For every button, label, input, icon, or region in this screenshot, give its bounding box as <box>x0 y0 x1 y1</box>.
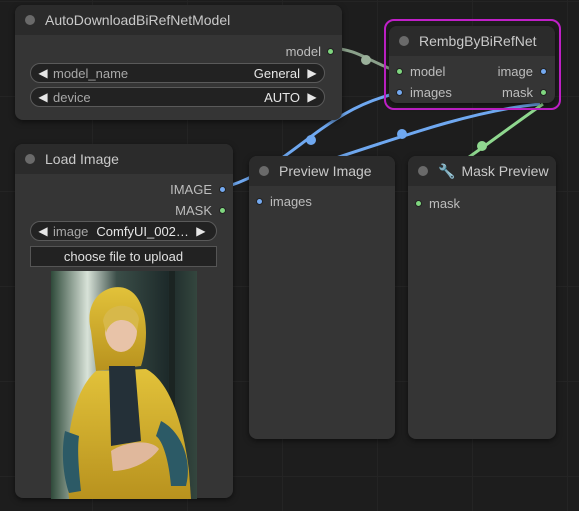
input-port-icon[interactable] <box>396 68 403 75</box>
image-link-to-preview-midpoint <box>397 129 407 139</box>
collapse-dot-icon[interactable] <box>259 166 269 176</box>
load-image-node[interactable]: Load Image IMAGE MASK ◀ image ComfyUI_00… <box>15 144 233 499</box>
node-header[interactable]: 🔧 Mask Preview <box>408 156 556 186</box>
output-mask[interactable]: mask <box>502 85 547 100</box>
node-title: Mask Preview <box>461 163 549 179</box>
device-combo[interactable]: ◀ device AUTO ▶ <box>30 87 325 107</box>
node-header[interactable]: Preview Image <box>249 156 395 186</box>
rembg-by-birefnet-node[interactable]: RembgByBiRefNet model images image mask <box>389 26 555 103</box>
node-title: AutoDownloadBiRefNetModel <box>45 12 231 28</box>
input-mask[interactable]: mask <box>415 196 460 211</box>
model-name-combo[interactable]: ◀ model_name General ▶ <box>30 63 325 83</box>
collapse-dot-icon[interactable] <box>418 166 428 176</box>
arrow-right-icon[interactable]: ▶ <box>306 90 318 104</box>
output-image[interactable]: image <box>498 64 547 79</box>
widget-label: device <box>53 89 91 105</box>
output-label: model <box>285 44 321 59</box>
input-images[interactable]: images <box>396 85 452 100</box>
output-port-icon[interactable] <box>327 48 334 55</box>
arrow-left-icon[interactable]: ◀ <box>37 224 49 238</box>
image-link-to-rembg-midpoint <box>306 135 316 145</box>
input-model[interactable]: model <box>396 64 445 79</box>
input-label: mask <box>429 196 461 211</box>
node-header[interactable]: Load Image <box>15 144 233 174</box>
output-label: image <box>497 64 533 79</box>
output-image[interactable]: IMAGE <box>170 182 226 197</box>
node-header[interactable]: AutoDownloadBiRefNetModel <box>15 5 342 35</box>
node-title: Preview Image <box>279 163 372 179</box>
collapse-dot-icon[interactable] <box>25 15 35 25</box>
input-label: images <box>270 194 312 209</box>
output-port-icon[interactable] <box>219 207 226 214</box>
input-label: model <box>410 64 446 79</box>
output-model[interactable]: model <box>286 44 334 59</box>
output-label: mask <box>501 85 533 100</box>
image-link-to-preview <box>329 102 541 162</box>
input-label: images <box>410 85 452 100</box>
collapse-dot-icon[interactable] <box>25 154 35 164</box>
output-port-icon[interactable] <box>219 186 226 193</box>
mask-preview-node[interactable]: 🔧 Mask Preview mask <box>408 156 556 439</box>
mask-link-to-preview <box>464 102 544 162</box>
preview-image-node[interactable]: Preview Image images <box>249 156 395 439</box>
widget-value: AUTO <box>264 89 300 105</box>
output-mask[interactable]: MASK <box>175 203 226 218</box>
image-thumbnail <box>51 271 197 499</box>
widget-label: image <box>53 223 89 239</box>
input-port-icon[interactable] <box>256 198 263 205</box>
auto-download-birefnet-node[interactable]: AutoDownloadBiRefNetModel model ◀ model_… <box>15 5 342 120</box>
output-label: MASK <box>175 203 212 218</box>
node-title: Load Image <box>45 151 119 167</box>
collapse-dot-icon[interactable] <box>399 36 409 46</box>
arrow-left-icon[interactable]: ◀ <box>37 90 49 104</box>
node-header[interactable]: RembgByBiRefNet <box>389 26 555 56</box>
output-port-icon[interactable] <box>540 68 547 75</box>
node-title: RembgByBiRefNet <box>419 33 537 49</box>
choose-file-button[interactable]: choose file to upload <box>30 246 217 267</box>
output-label: IMAGE <box>170 182 212 197</box>
arrow-right-icon[interactable]: ▶ <box>195 224 207 238</box>
image-combo[interactable]: ◀ image ComfyUI_002… ▶ <box>30 221 217 241</box>
mask-link-to-preview-midpoint <box>477 141 487 151</box>
input-images[interactable]: images <box>256 194 312 209</box>
output-port-icon[interactable] <box>540 89 547 96</box>
model-link-midpoint <box>361 55 371 65</box>
widget-value: ComfyUI_002… <box>96 223 189 239</box>
input-port-icon[interactable] <box>396 89 403 96</box>
arrow-left-icon[interactable]: ◀ <box>37 66 49 80</box>
widget-value: General <box>253 65 300 81</box>
wrench-icon: 🔧 <box>438 162 456 179</box>
widget-label: model_name <box>53 65 129 81</box>
arrow-right-icon[interactable]: ▶ <box>306 66 318 80</box>
input-port-icon[interactable] <box>415 200 422 207</box>
